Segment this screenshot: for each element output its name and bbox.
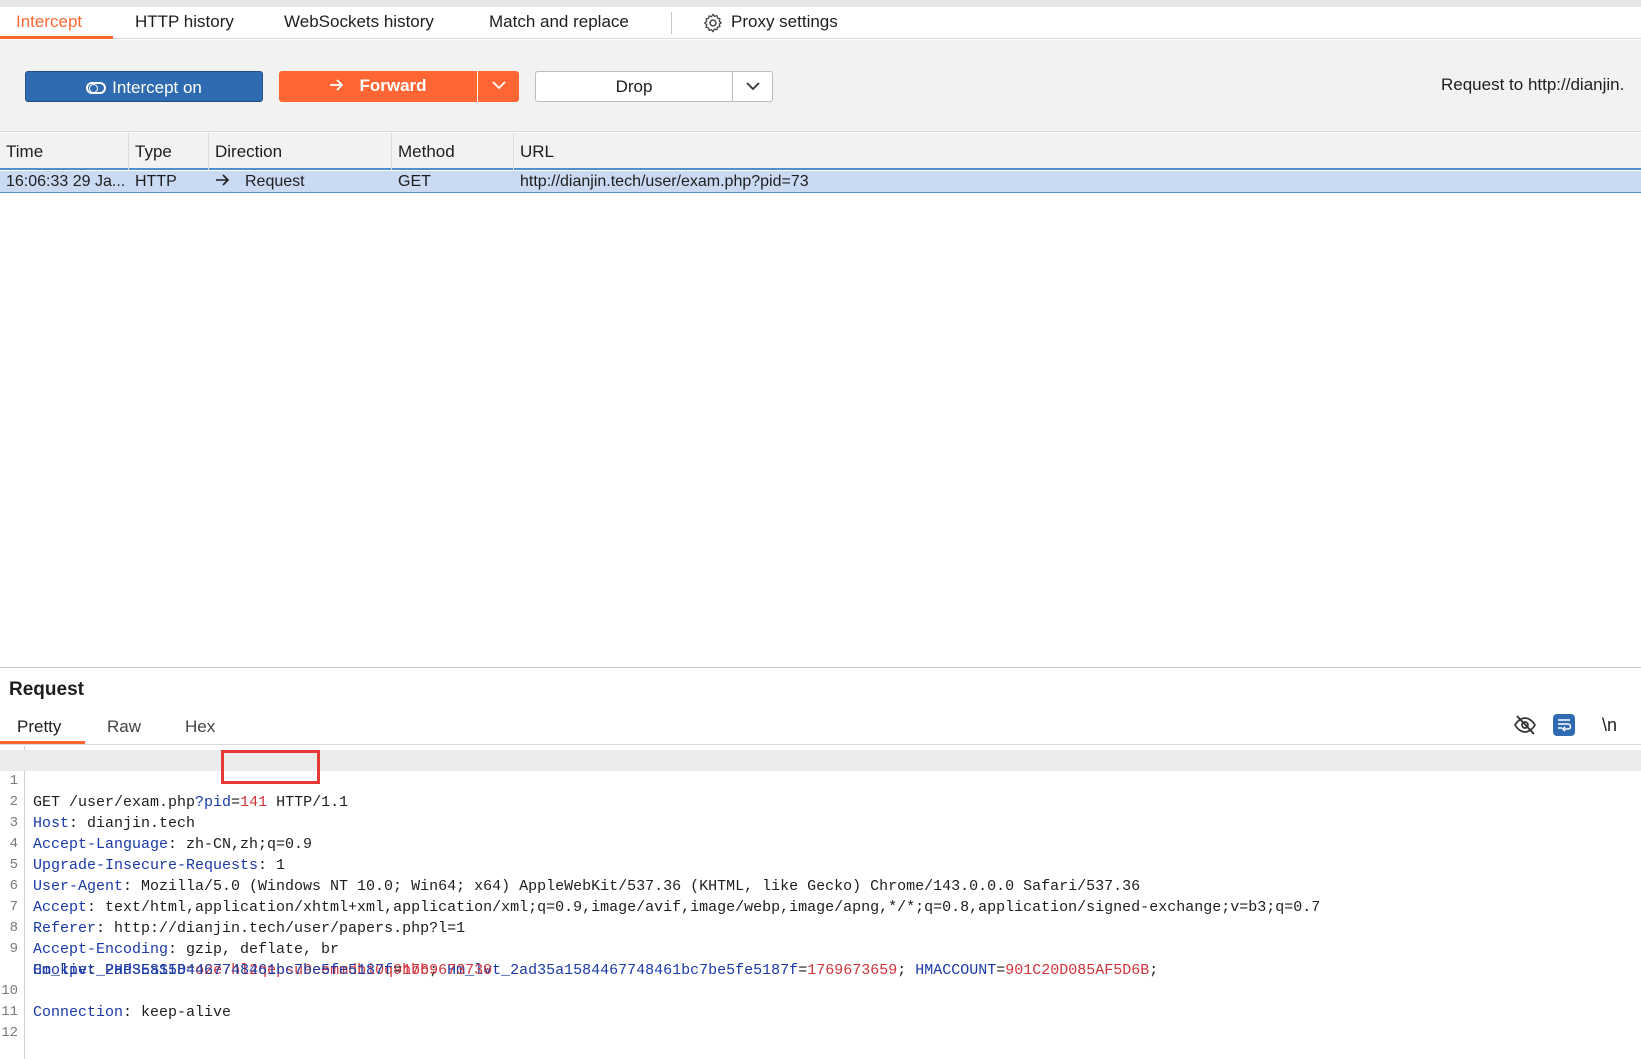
subtabs-divider [0, 744, 1641, 745]
intercept-button-label: Intercept on [112, 78, 202, 98]
arrow-right-icon [330, 79, 344, 91]
cell-time: 16:06:33 29 Ja... [6, 173, 126, 190]
intercept-toolbar: Intercept on Forward Drop Request to htt… [0, 40, 1641, 132]
request-target-label: Request to http://dianjin. [1441, 75, 1625, 94]
cell-direction: Request [209, 171, 392, 192]
cell-type: HTTP [135, 173, 177, 190]
request-line-10: 10 Connection: keep-alive [0, 960, 1641, 1021]
line-number: 12 [1, 1025, 18, 1041]
subtab-hex[interactable]: Hex [185, 717, 215, 737]
request-line-7: 7 Referer: http://dianjin.tech/user/pape… [0, 876, 1641, 937]
window-top-strip [0, 0, 1641, 7]
forward-options-button[interactable] [477, 71, 519, 102]
column-header-time[interactable]: Time [0, 133, 129, 170]
column-header-method[interactable]: Method [392, 133, 514, 170]
tab-http-history[interactable]: HTTP history [135, 7, 234, 39]
drop-button[interactable]: Drop [535, 71, 733, 102]
drop-options-button[interactable] [732, 71, 773, 102]
arrow-right-icon [216, 174, 230, 186]
request-line-12: 12 [0, 1002, 1641, 1041]
intercept-toggle-button[interactable]: Intercept on [25, 71, 263, 102]
request-panel-title: Request [9, 679, 84, 700]
active-tab-indicator [0, 36, 113, 39]
column-header-direction[interactable]: Direction [209, 133, 392, 170]
toggle-icon [86, 81, 107, 94]
chevron-down-icon [745, 81, 760, 90]
gear-icon[interactable] [702, 12, 724, 34]
chevron-down-icon [491, 80, 506, 89]
intercept-table: Time Type Direction Method URL 16:06:33 … [0, 133, 1641, 668]
direction-label: Request [245, 173, 305, 190]
tab-proxy-settings[interactable]: Proxy settings [731, 7, 838, 39]
forward-button-label: Forward [359, 76, 427, 95]
proxy-tabbar: Intercept HTTP history WebSockets histor… [0, 7, 1641, 39]
tab-match-and-replace[interactable]: Match and replace [489, 7, 629, 39]
table-row[interactable]: 16:06:33 29 Ja... HTTP Request GET http:… [0, 171, 1641, 193]
request-line-2: 2 Host: dianjin.tech [0, 771, 1641, 832]
cell-method: GET [398, 173, 431, 190]
forward-button[interactable]: Forward [279, 71, 477, 102]
word-wrap-icon[interactable] [1552, 713, 1576, 737]
request-line-8: 8 Accept-Encoding: gzip, deflate, br [0, 897, 1641, 958]
column-header-type[interactable]: Type [129, 133, 209, 170]
request-line-4: 4 Upgrade-Insecure-Requests: 1 [0, 813, 1641, 874]
tab-intercept[interactable]: Intercept [16, 7, 82, 39]
request-line-1: 1 GET /user/exam.php?pid=141 HTTP/1.1 [0, 750, 1641, 811]
tab-websockets-history[interactable]: WebSockets history [284, 7, 434, 39]
subtab-raw[interactable]: Raw [107, 717, 141, 737]
tab-separator [671, 12, 672, 34]
request-editor[interactable]: 1 GET /user/exam.php?pid=141 HTTP/1.1 2 … [0, 746, 1641, 1059]
subtab-pretty[interactable]: Pretty [17, 717, 61, 737]
hide-nonprintable-icon[interactable] [1513, 713, 1537, 737]
request-line-5: 5 User-Agent: Mozilla/5.0 (Windows NT 10… [0, 834, 1641, 895]
request-line-11: 11 [0, 981, 1641, 1020]
request-panel: Request Pretty Raw Hex \n 1 GET /user/ex… [0, 669, 1641, 1059]
table-header: Time Type Direction Method URL [0, 133, 1641, 170]
column-header-url[interactable]: URL [514, 133, 1641, 170]
request-line-6: 6 Accept: text/html,application/xhtml+xm… [0, 855, 1641, 916]
show-newlines-toggle[interactable]: \n [1602, 713, 1617, 737]
request-line-3: 3 Accept-Language: zh-CN,zh;q=0.9 [0, 792, 1641, 853]
cell-url: http://dianjin.tech/user/exam.php?pid=73 [520, 173, 809, 190]
request-line-9: 9 Cookie: PHPSESSID=o2e7hl2qepsu9eemmdbi… [0, 918, 1641, 979]
request-line-9-wrap: Hm_lpvt_2ad35a1584467748461bc7be5fe5187f… [33, 962, 493, 979]
